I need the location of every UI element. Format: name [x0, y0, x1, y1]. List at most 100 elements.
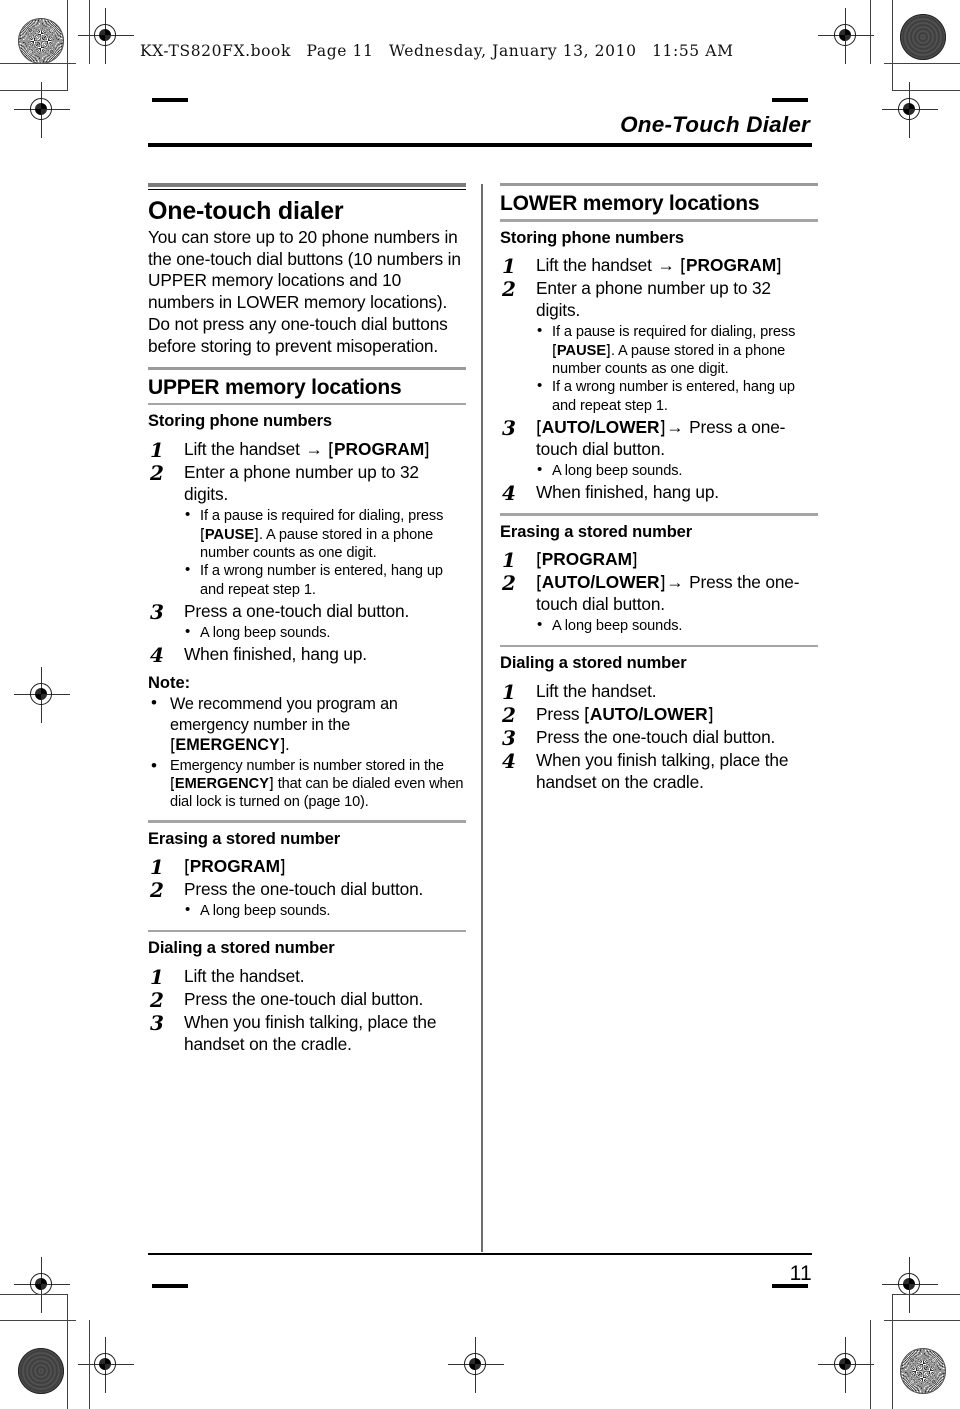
step-number: 2 — [150, 878, 164, 903]
arrow-icon: → — [666, 572, 684, 593]
arrow-icon: → — [305, 439, 323, 460]
crop-line-top-left-outer — [0, 63, 76, 65]
note-label: Note: — [148, 674, 191, 693]
step-number: 2 — [150, 987, 164, 1012]
bullet-text-pre: If a pause is required for dialing, pres… — [200, 508, 444, 525]
key-program: [PROGRAM] — [681, 255, 782, 276]
steps-storing-lower: 1 Lift the handset → [PROGRAM] 2 Enter a… — [500, 254, 818, 506]
key-label: EMERGENCY — [175, 736, 280, 755]
print-header-filename: KX-TS820FX.book — [140, 42, 291, 60]
print-header-page-label: Page 11 — [306, 42, 374, 60]
step-text: Lift the handset. — [184, 965, 305, 986]
step-item: 1 Lift the handset. — [148, 965, 466, 989]
key-auto-lower: [AUTO/LOWER] — [584, 703, 713, 724]
step-number: 2 — [150, 461, 164, 486]
step-item: 4 When finished, hang up. — [148, 643, 466, 667]
step-number: 1 — [502, 548, 516, 573]
crop-line-right-bottom-outer — [892, 1294, 894, 1409]
step-text: When finished, hang up. — [536, 482, 719, 503]
registration-mark-bottom-center — [448, 1337, 504, 1393]
right-column: LOWER memory locations Storing phone num… — [500, 183, 818, 795]
bullet-item: If a wrong number is entered, hang up an… — [184, 561, 466, 599]
intro-paragraph: You can store up to 20 phone numbers in … — [148, 226, 461, 357]
step-item: 1 Lift the handset. — [500, 680, 818, 704]
step-text: Press the one-touch dial button. — [536, 726, 776, 747]
step-text: Press the one-touch dial button. — [184, 879, 424, 900]
key-emergency: [EMERGENCY] — [170, 736, 285, 755]
steps-dialing-lower: 1 Lift the handset. 2 Press [AUTO/LOWER]… — [500, 680, 818, 794]
crop-line-bottom-right-inner — [892, 1294, 960, 1296]
registration-mark-top-left — [78, 8, 134, 64]
left-column: One-touch dialer You can store up to 20 … — [148, 183, 466, 1057]
key-label: PROGRAM — [541, 549, 633, 570]
upper-section-rule — [148, 366, 466, 370]
key-label: AUTO/LOWER — [541, 417, 660, 438]
step-item: 2 Enter a phone number up to 32 digits. … — [500, 277, 818, 415]
note-text-pre: We recommend you program an emergency nu… — [170, 695, 398, 734]
note-bullet-item: Emergency number is number stored in the… — [148, 755, 466, 812]
step-item: 4 When you finish talking, place the han… — [500, 748, 818, 794]
crop-line-top-right-outer — [884, 63, 960, 65]
crop-line-left-top-outer — [67, 0, 69, 90]
bullet-text: A long beep sounds. — [552, 462, 683, 479]
section-heading-upper: UPPER memory locations — [148, 375, 402, 399]
crop-line-top-right-inner — [892, 90, 960, 92]
step2-bullets-lower: If a pause is required for dialing, pres… — [536, 322, 818, 415]
step-text: Press a one-touch dial button. — [184, 601, 410, 621]
step-number: 4 — [502, 748, 516, 773]
step-item: 1 Lift the handset → [PROGRAM] — [148, 438, 466, 462]
print-file-header: KX-TS820FX.book Page 11 Wednesday, Janua… — [140, 42, 734, 60]
bullet-item: A long beep sounds. — [536, 461, 818, 480]
subheading-storing-lower: Storing phone numbers — [500, 228, 684, 247]
bullet-item: A long beep sounds. — [536, 616, 818, 635]
crop-line-right-top-outer — [892, 0, 894, 90]
print-header-time: 11:55 AM — [652, 42, 734, 60]
step-number: 3 — [502, 416, 516, 441]
upper-dialing-rule — [148, 929, 466, 933]
step-text-lead: Lift the handset — [184, 439, 305, 460]
ink-density-patch-bottom-left — [18, 1348, 64, 1394]
key-label: PAUSE — [556, 342, 607, 359]
step3-bullets-upper: A long beep sounds. — [184, 623, 466, 642]
bullet-text: A long beep sounds. — [200, 903, 331, 920]
subheading-erasing-lower: Erasing a stored number — [500, 522, 693, 541]
note-text-post: . — [285, 736, 290, 755]
key-label: PAUSE — [204, 526, 255, 543]
step-item: 2 Press the one-touch dial button. A lon… — [148, 878, 466, 920]
steps-storing-upper: 1 Lift the handset → [PROGRAM] 2 Enter a… — [148, 438, 466, 667]
step-text-lead: Press — [536, 703, 585, 724]
erasing-bullets-lower: A long beep sounds. — [536, 616, 818, 635]
key-label: PROGRAM — [189, 856, 281, 877]
key-label: PROGRAM — [686, 255, 777, 276]
steps-erasing-upper: 1 [PROGRAM] 2 Press the one-touch dial b… — [148, 855, 466, 920]
steps-dialing-upper: 1 Lift the handset. 2 Press the one-touc… — [148, 965, 466, 1056]
step-item: 1 [PROGRAM] — [500, 548, 818, 573]
registration-mark-bottom-left — [78, 1337, 134, 1393]
step-item: 3 Press a one-touch dial button. A long … — [148, 600, 466, 642]
step-text: Enter a phone number up to 32 digits. — [184, 462, 419, 505]
lower-section-rule — [500, 183, 818, 186]
bullet-item: If a wrong number is entered, hang up an… — [536, 377, 818, 415]
key-emergency: [EMERGENCY] — [170, 775, 274, 792]
key-auto-lower: [AUTO/LOWER] — [536, 572, 665, 593]
step-text: Enter a phone number up to 32 digits. — [536, 278, 771, 321]
step-item: 1 [PROGRAM] — [148, 855, 466, 879]
crop-line-top-left-inner — [0, 90, 68, 92]
note-text-pre: Emergency number is number stored in the — [170, 757, 444, 774]
step-number: 4 — [502, 481, 516, 506]
trim-bar-left — [152, 98, 188, 102]
registration-mark-inner-bottom-right — [882, 1257, 938, 1313]
step3-bullets-lower: A long beep sounds. — [536, 461, 818, 480]
crop-line-bottom-right-outer — [884, 1320, 960, 1322]
step-text: Lift the handset. — [536, 680, 657, 701]
step-item: 3 When you finish talking, place the han… — [148, 1011, 466, 1056]
main-heading-rule-gray — [148, 183, 466, 187]
step-number: 2 — [502, 277, 516, 302]
key-pause: [PAUSE] — [200, 526, 259, 543]
step-item: 1 Lift the handset → [PROGRAM] — [500, 254, 818, 278]
registration-mark-middle-left — [14, 667, 70, 723]
step-text: Press the one-touch dial button. — [184, 988, 424, 1009]
print-header-date: Wednesday, January 13, 2010 — [388, 42, 637, 60]
key-pause: [PAUSE] — [552, 342, 611, 359]
step-text: When you finish talking, place the hands… — [536, 749, 789, 792]
